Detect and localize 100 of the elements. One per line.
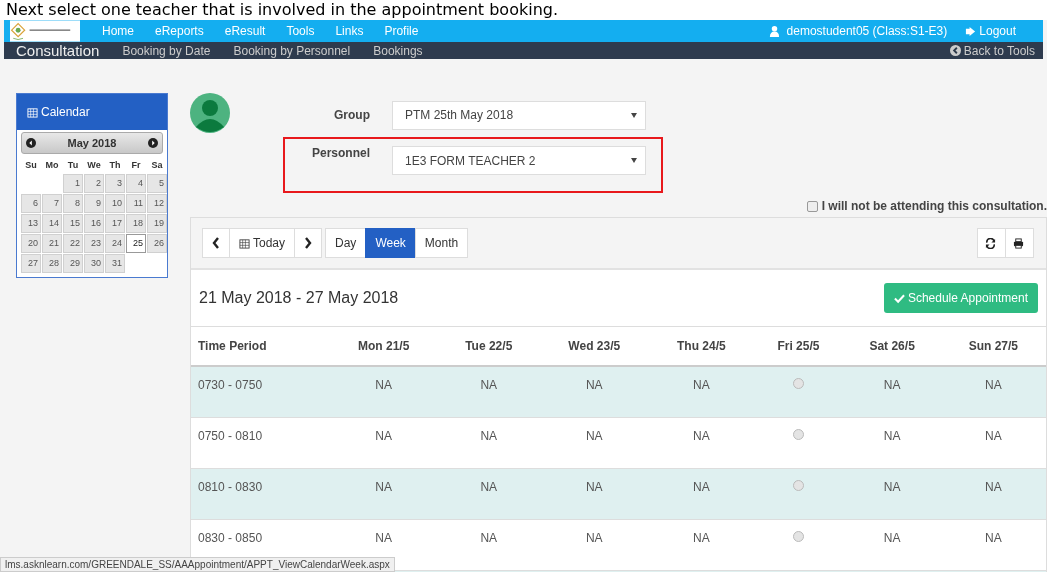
today-button[interactable]: Today (229, 228, 296, 258)
calendar-day[interactable]: 2 (84, 174, 104, 193)
calendar-day[interactable]: 16 (84, 214, 104, 233)
calendar-day[interactable]: 9 (84, 194, 104, 213)
slot-radio[interactable] (792, 428, 804, 440)
chevron-right-icon (304, 237, 313, 249)
caret-icon (631, 112, 637, 118)
table-cell: NA (539, 366, 650, 417)
calendar-day[interactable]: 27 (21, 254, 41, 273)
calendar-day[interactable]: 21 (42, 234, 62, 253)
calendar-day[interactable]: 11 (126, 194, 146, 213)
weekday-label: Mo (44, 159, 60, 172)
refresh-button[interactable] (977, 228, 1006, 258)
slot-radio[interactable] (792, 530, 804, 542)
month-label: May 2018 (67, 137, 117, 149)
user-icon (768, 25, 780, 37)
calendar-day[interactable]: 25 (126, 234, 146, 253)
previous-button[interactable] (202, 228, 230, 258)
calendar-icon (239, 237, 250, 249)
print-button[interactable] (1005, 228, 1034, 258)
calendar-day[interactable]: 19 (147, 214, 167, 233)
table-cell: NA (940, 366, 1046, 417)
table-cell: NA (438, 519, 540, 570)
calendar-day[interactable]: 14 (42, 214, 62, 233)
table-cell: NA (649, 417, 754, 468)
calendar-day[interactable]: 5 (147, 174, 167, 193)
avatar-icon (190, 93, 230, 133)
weekday-label: Tu (66, 159, 80, 172)
table-cell: NA (843, 366, 941, 417)
view-tab[interactable]: Month (414, 228, 469, 258)
table-cell: NA (843, 468, 941, 519)
weekday-label: Su (24, 159, 38, 172)
calendar-day[interactable]: 12 (147, 194, 167, 213)
table-cell: NA (438, 366, 540, 417)
weekday-label: Th (108, 159, 122, 172)
calendar-day[interactable]: 10 (105, 194, 125, 213)
calendar-day[interactable]: 4 (126, 174, 146, 193)
logout-icon (965, 25, 977, 37)
next-button[interactable] (294, 228, 323, 258)
table-cell: NA (843, 519, 941, 570)
next-month-icon[interactable] (148, 138, 158, 148)
field-label: Group (333, 108, 370, 122)
calendar-day[interactable]: 7 (42, 194, 62, 213)
table-cell: NA (329, 366, 439, 417)
calendar-day[interactable]: 6 (21, 194, 41, 213)
printer-icon (1012, 237, 1024, 249)
view-tab[interactable]: Day (325, 228, 367, 258)
calendar-day[interactable]: 23 (84, 234, 104, 253)
checkbox[interactable] (806, 200, 818, 212)
sub-nav-link[interactable]: Booking by Personnel (233, 43, 351, 58)
calendar-day[interactable]: 20 (21, 234, 41, 253)
calendar-day[interactable]: 30 (84, 254, 104, 273)
calendar-day[interactable]: 13 (21, 214, 41, 233)
calendar-day[interactable]: 28 (42, 254, 62, 273)
table-cell: NA (539, 519, 650, 570)
time-cell: 0750 - 0810 (191, 417, 329, 468)
table-cell: NA (940, 519, 1046, 570)
back-link[interactable]: Back to Tools (963, 43, 1035, 58)
time-cell: 0730 - 0750 (191, 366, 329, 417)
calendar-day[interactable]: 1 (63, 174, 83, 193)
weekday-label: We (86, 159, 102, 172)
calendar-day[interactable]: 22 (63, 234, 83, 253)
calendar-day[interactable]: 31 (105, 254, 125, 273)
time-cell: 0810 - 0830 (191, 468, 329, 519)
calendar-day[interactable]: 29 (63, 254, 83, 273)
view-tab[interactable]: Week (365, 228, 416, 258)
slot-radio[interactable] (792, 479, 804, 491)
table-cell: NA (649, 468, 754, 519)
caret-icon (631, 158, 637, 163)
calendar-day[interactable]: 18 (126, 214, 146, 233)
chevron-left-icon (212, 237, 220, 249)
section-title: Consultation (16, 42, 100, 59)
dropdown-field[interactable]: 1E3 FORM TEACHER 2 (392, 146, 646, 175)
sub-nav-link[interactable]: Booking by Date (122, 43, 211, 58)
field-label: Personnel (310, 146, 370, 160)
status-url: lms.asknlearn.com/GREENDALE_SS/AAAppointment/APPT_ViewCalendarWeek.aspx (0, 557, 395, 572)
table-cell: NA (438, 468, 540, 519)
dropdown-field[interactable]: PTM 25th May 2018 (392, 100, 646, 130)
checkmark-icon (893, 292, 905, 304)
refresh-icon (984, 237, 996, 249)
sub-nav-link[interactable]: Bookings (373, 43, 423, 58)
calendar-day[interactable]: 24 (105, 234, 125, 253)
table-cell: NA (843, 417, 941, 468)
table-cell: NA (940, 468, 1046, 519)
calendar-day[interactable]: 15 (63, 214, 83, 233)
table-cell: NA (539, 417, 650, 468)
calendar-day[interactable]: 8 (63, 194, 83, 213)
table-cell: NA (539, 468, 650, 519)
previous-month-icon[interactable] (26, 138, 36, 148)
calendar-day[interactable]: 17 (105, 214, 125, 233)
table-cell: NA (438, 417, 540, 468)
table-cell: NA (329, 417, 439, 468)
calendar-day[interactable]: 26 (147, 234, 167, 253)
school-logo-icon (10, 20, 80, 42)
slot-radio[interactable] (792, 378, 804, 389)
back-icon (949, 45, 961, 56)
calendar-day[interactable]: 3 (105, 174, 125, 193)
weekday-label: Sa (150, 159, 164, 172)
calendar-title: Calendar (41, 105, 90, 119)
date-range-title: 21 May 2018 - 27 May 2018 (199, 289, 399, 307)
